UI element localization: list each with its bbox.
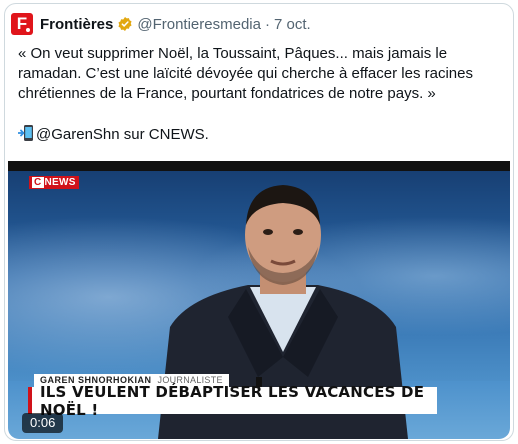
- author-handle[interactable]: @Frontieresmedia: [137, 16, 261, 33]
- tweet-card[interactable]: F Frontières @Frontieresmedia · 7 oct. «…: [4, 3, 514, 441]
- cnews-logo: C NEWS: [29, 176, 79, 189]
- tweet-credit-text: @GarenShn sur CNEWS.: [36, 126, 209, 143]
- tweet-header: F Frontières @Frontieresmedia · 7 oct.: [11, 12, 311, 36]
- mobile-phone-arrow-icon: [17, 124, 34, 148]
- avatar-dot: [26, 28, 30, 32]
- verified-badge-icon: [117, 16, 133, 32]
- tweet-credit: @GarenShn sur CNEWS.: [17, 124, 508, 148]
- video-top-bar: [8, 161, 510, 171]
- video-duration: 0:06: [22, 413, 64, 433]
- author-avatar[interactable]: F: [11, 13, 33, 35]
- tweet-text: « On veut supprimer Noël, la Toussaint, …: [17, 44, 508, 148]
- tweet-date[interactable]: 7 oct.: [274, 16, 311, 33]
- headline-banner: ILS VEULENT DÉBAPTISER LES VACANCES DE N…: [28, 383, 437, 419]
- separator-dot: ·: [264, 15, 270, 33]
- video-player[interactable]: C NEWS GAREN SHNORHOKIAN JOURNALISTE ILS…: [8, 161, 510, 439]
- tweet-quote: « On veut supprimer Noël, la Toussaint, …: [18, 45, 473, 102]
- author-name[interactable]: Frontières: [40, 16, 113, 33]
